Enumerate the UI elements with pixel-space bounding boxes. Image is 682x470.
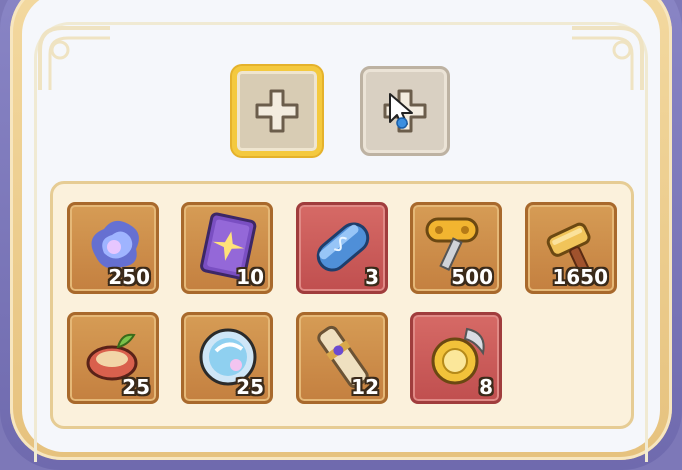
item-slot-golden-medal[interactable]: 8 [410,312,502,404]
item-quantity: 1650 [552,265,608,289]
item-quantity: 12 [351,375,379,399]
item-slot-seed-pouch[interactable]: 25 [67,312,159,404]
item-slot-spirit-crystal[interactable]: 250 [67,202,159,294]
item-slot-crystal-orb[interactable]: 25 [181,312,273,404]
scroll-ornament-right [572,26,644,90]
item-slot-windup-key[interactable]: 500 [410,202,502,294]
item-slot-capsule[interactable]: 3 [296,202,388,294]
item-quantity: 3 [365,265,379,289]
item-tray: 250 10 3 500 1650 25 25 12 8 [50,181,634,429]
add-tab-button-active[interactable] [232,66,322,156]
item-quantity: 10 [236,265,264,289]
item-quantity: 500 [451,265,493,289]
item-slot-scroll-staff[interactable]: 12 [296,312,388,404]
item-quantity: 25 [122,375,150,399]
item-slot-hammer[interactable]: 1650 [525,202,617,294]
item-quantity: 25 [236,375,264,399]
item-quantity: 250 [108,265,150,289]
item-slot-star-card[interactable]: 10 [181,202,273,294]
item-quantity: 8 [479,375,493,399]
plus-icon [255,89,299,133]
scroll-ornament-left [38,26,110,90]
mouse-cursor-icon [389,93,413,129]
